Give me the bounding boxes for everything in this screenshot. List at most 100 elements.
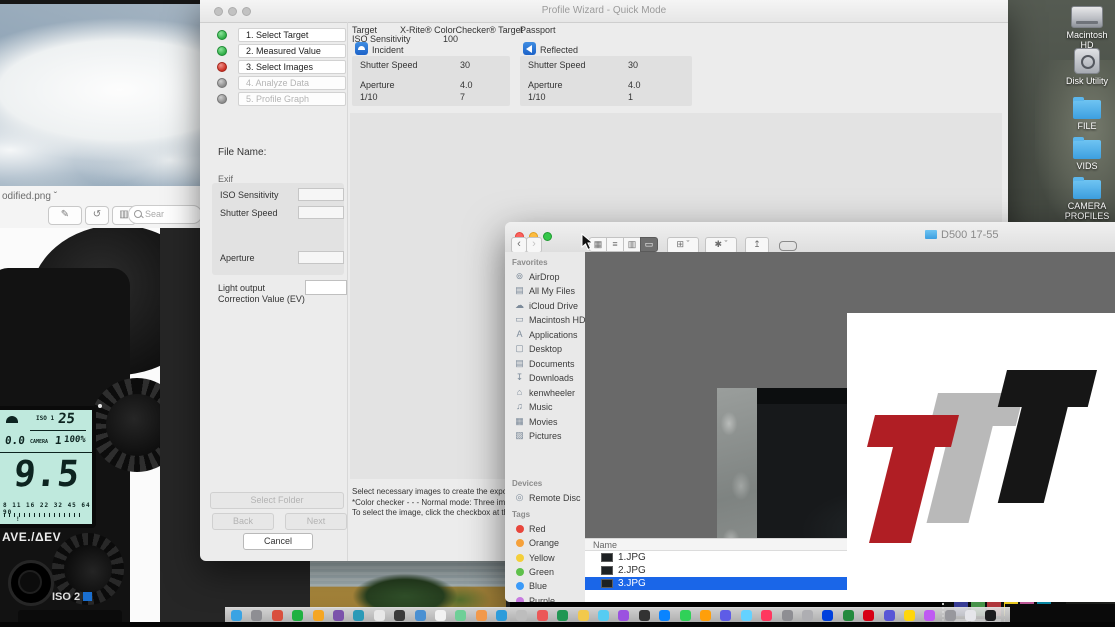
wizard-step-1[interactable]: 1. Select Target xyxy=(200,28,360,43)
dock-app-icon[interactable] xyxy=(618,610,629,621)
sidebar-tag-green[interactable]: Green xyxy=(505,565,585,579)
sidebar-tag-purple[interactable]: Purple xyxy=(505,594,585,603)
dock-app-icon[interactable] xyxy=(945,610,956,621)
sidebar-item-airdrop[interactable]: ⊚AirDrop xyxy=(505,270,585,284)
dock-app-icon[interactable] xyxy=(822,610,833,621)
dock-app-icon[interactable] xyxy=(659,610,670,621)
target-value: X-Rite® ColorChecker® Target xyxy=(400,25,523,35)
back-button[interactable]: Back xyxy=(212,513,274,530)
finder-titlebar[interactable]: ‹ › ▦ ≡ ▥ ▭ ⊞ ˇ ✱ ˇ ↥ D500 17-55 xyxy=(505,222,1115,253)
sidebar-item-downloads[interactable]: ↧Downloads xyxy=(505,371,585,385)
sidebar-item-documents[interactable]: ▤Documents xyxy=(505,357,585,371)
dock-app-icon[interactable] xyxy=(924,610,935,621)
sidebar-item-applications[interactable]: AApplications xyxy=(505,328,585,342)
meter-dial-center xyxy=(64,545,112,593)
rotate-button[interactable]: ↺ xyxy=(85,206,109,225)
dock-app-icon[interactable] xyxy=(598,610,609,621)
dock-app-icon[interactable] xyxy=(700,610,711,621)
sidebar-tag-yellow[interactable]: Yellow xyxy=(505,551,585,565)
list-view-button[interactable]: ≡ xyxy=(606,237,624,252)
exif-shutter-speed-input[interactable] xyxy=(298,206,344,219)
sidebar-item-music[interactable]: ♫Music xyxy=(505,400,585,414)
zoom-button[interactable] xyxy=(543,232,552,241)
sidebar-tag-blue[interactable]: Blue xyxy=(505,579,585,593)
dock-app-icon[interactable] xyxy=(272,610,283,621)
dock-app-icon[interactable] xyxy=(496,610,507,621)
wizard-step-2[interactable]: 2. Measured Value xyxy=(200,44,360,59)
exif-iso-sensitivity-input[interactable] xyxy=(298,188,344,201)
forward-button[interactable]: › xyxy=(526,237,542,253)
dock-app-icon[interactable] xyxy=(578,610,589,621)
select-folder-button[interactable]: Select Folder xyxy=(210,492,344,509)
lcd-warning: ! xyxy=(16,516,20,523)
dock-app-icon[interactable] xyxy=(884,610,895,621)
dock-app-icon[interactable] xyxy=(802,610,813,621)
dock-app-icon[interactable] xyxy=(516,610,527,621)
dock-app-icon[interactable] xyxy=(741,610,752,621)
column-view-button[interactable]: ▥ xyxy=(623,237,641,252)
music-icon: ♫ xyxy=(514,401,525,411)
dock-app-icon[interactable] xyxy=(394,610,405,621)
name-column-header[interactable]: Name xyxy=(593,540,617,550)
desktop-icon-vids[interactable]: VIDS xyxy=(1059,140,1115,171)
airdrop-icon: ⊚ xyxy=(514,271,525,282)
dock-app-icon[interactable] xyxy=(455,610,466,621)
sidebar-item-kenwheeler[interactable]: ⌂kenwheeler xyxy=(505,386,585,400)
sidebar-item-movies[interactable]: ▦Movies xyxy=(505,415,585,429)
dock-app-icon[interactable] xyxy=(435,610,446,621)
search-input[interactable]: Sear xyxy=(128,205,202,224)
dock-app-icon[interactable] xyxy=(313,610,324,621)
back-button[interactable]: ‹ xyxy=(511,237,527,253)
desktop-icon-label: Disk Utility xyxy=(1059,76,1115,86)
dock[interactable] xyxy=(225,607,1010,622)
measurement-value: 4.0 xyxy=(460,80,473,90)
desktop-icon-file[interactable]: FILE xyxy=(1059,100,1115,131)
coverflow-view-button[interactable]: ▭ xyxy=(640,237,658,252)
desktop-icon-macintosh-hd[interactable]: Macintosh HD xyxy=(1059,6,1115,50)
desktop-icon-camera-profiles[interactable]: CAMERA PROFILES xyxy=(1059,180,1115,221)
dock-app-icon[interactable] xyxy=(415,610,426,621)
file-thumbnail-icon xyxy=(601,566,613,575)
sidebar-item-icloud-drive[interactable]: ☁iCloud Drive xyxy=(505,299,585,313)
dock-app-icon[interactable] xyxy=(374,610,385,621)
tags-button[interactable] xyxy=(779,241,797,251)
dock-app-icon[interactable] xyxy=(904,610,915,621)
dock-app-icon[interactable] xyxy=(985,610,996,621)
dock-app-icon[interactable] xyxy=(761,610,772,621)
dock-app-icon[interactable] xyxy=(333,610,344,621)
dock-app-icon[interactable] xyxy=(476,610,487,621)
dock-app-icon[interactable] xyxy=(251,610,262,621)
dock-app-icon[interactable] xyxy=(720,610,731,621)
exif-aperture-input[interactable] xyxy=(298,251,344,264)
dock-app-icon[interactable] xyxy=(557,610,568,621)
dock-app-icon[interactable] xyxy=(537,610,548,621)
dock-app-icon[interactable] xyxy=(231,610,242,621)
dock-app-icon[interactable] xyxy=(965,610,976,621)
tag-color-icon xyxy=(516,554,524,562)
gray-led-icon xyxy=(217,78,227,88)
sidebar-item-pictures[interactable]: ▨Pictures xyxy=(505,429,585,443)
sidebar-item-all-my-files[interactable]: ▤All My Files xyxy=(505,284,585,298)
cancel-button[interactable]: Cancel xyxy=(243,533,313,550)
wizard-step-4[interactable]: 4. Analyze Data xyxy=(200,76,360,91)
dock-app-icon[interactable] xyxy=(782,610,793,621)
dock-app-icon[interactable] xyxy=(843,610,854,621)
sidebar-tag-orange[interactable]: Orange xyxy=(505,536,585,550)
wizard-step-5[interactable]: 5. Profile Graph xyxy=(200,92,360,107)
wizard-step-3[interactable]: 3. Select Images xyxy=(200,60,360,75)
sidebar-tag-red[interactable]: Red xyxy=(505,522,585,536)
dock-app-icon[interactable] xyxy=(863,610,874,621)
sidebar-item-macintosh-hd[interactable]: ▭Macintosh HD xyxy=(505,313,585,327)
markup-pen-button[interactable]: ✎ xyxy=(48,206,82,225)
desktop-icon-disk-utility[interactable]: Disk Utility xyxy=(1059,48,1115,86)
light-output-input[interactable] xyxy=(305,280,347,295)
sidebar-item-remote-disc[interactable]: ◎Remote Disc xyxy=(505,491,585,505)
sidebar-item-desktop[interactable]: ▢Desktop xyxy=(505,342,585,356)
wizard-titlebar[interactable]: Profile Wizard - Quick Mode xyxy=(200,0,1008,23)
dock-app-icon[interactable] xyxy=(639,610,650,621)
dock-app-icon[interactable] xyxy=(353,610,364,621)
next-button[interactable]: Next xyxy=(285,513,347,530)
lcd-percent-value: 100% xyxy=(63,435,86,445)
dock-app-icon[interactable] xyxy=(680,610,691,621)
dock-app-icon[interactable] xyxy=(292,610,303,621)
